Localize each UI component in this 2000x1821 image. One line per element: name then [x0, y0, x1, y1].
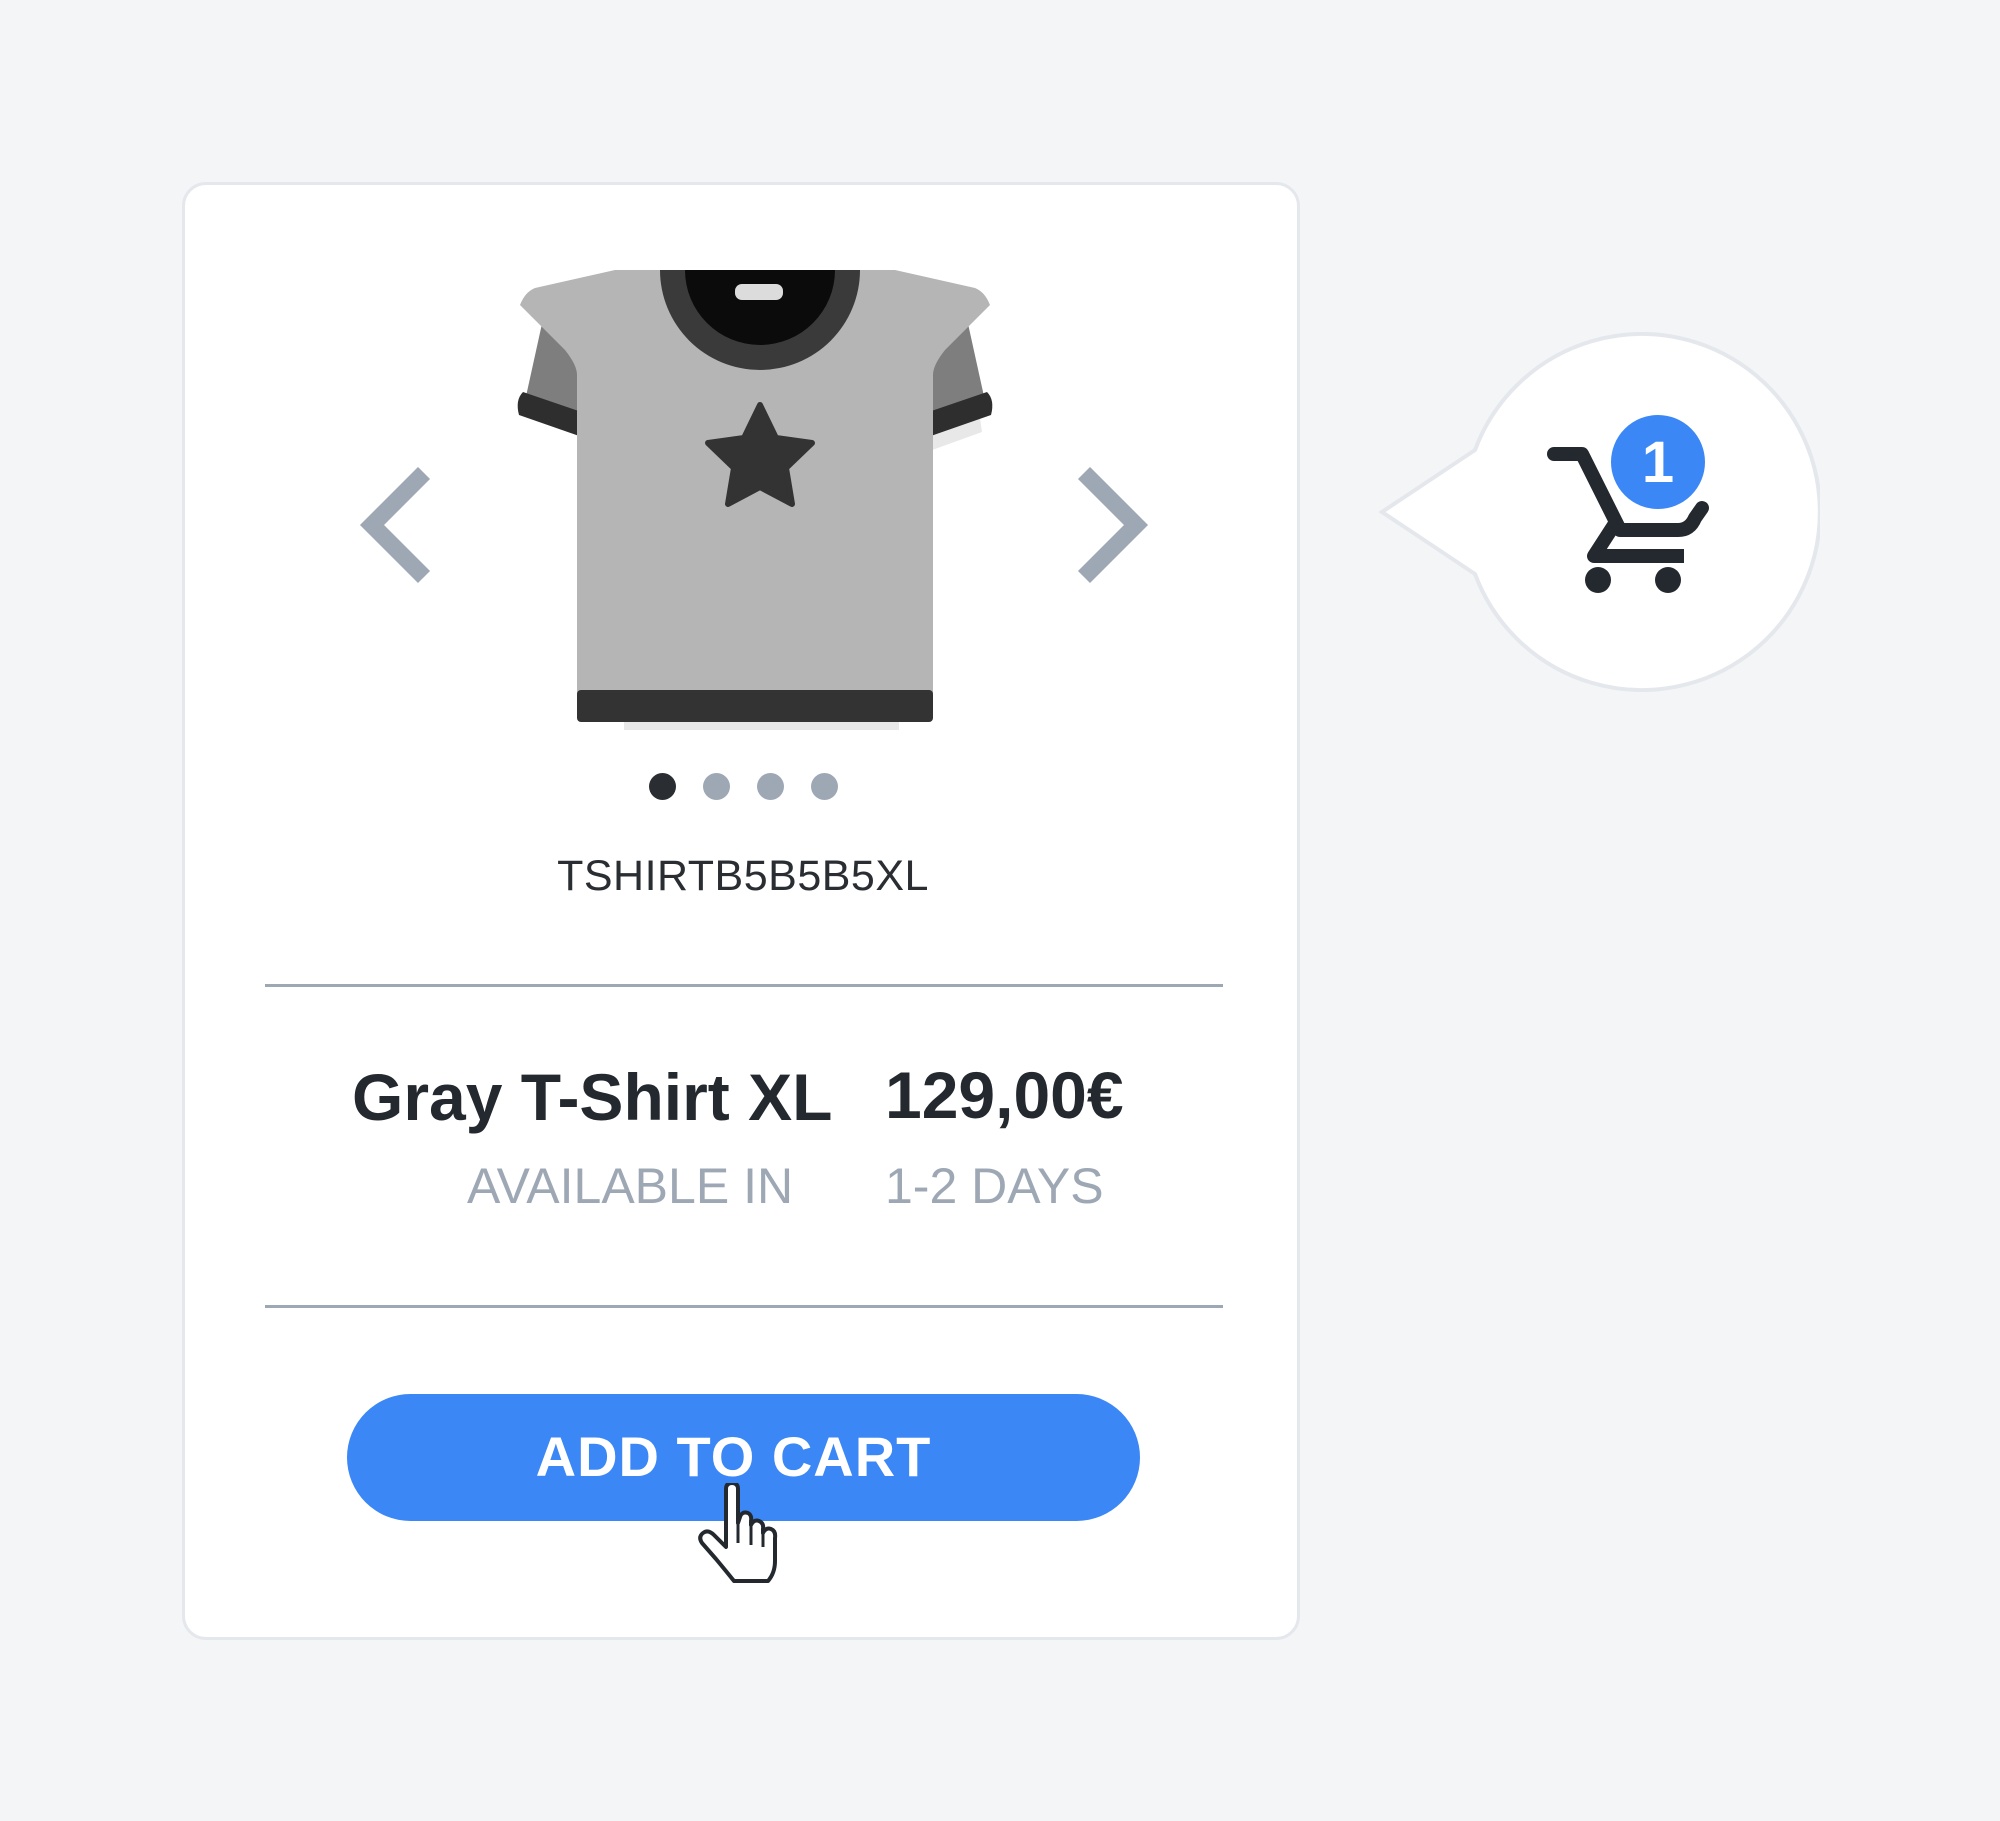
carousel-dots: [185, 773, 1299, 800]
product-name: Gray T-Shirt XL: [352, 1060, 833, 1134]
divider: [265, 984, 1223, 987]
cart-badge-count: 1: [1642, 430, 1674, 495]
carousel-dot-3[interactable]: [756, 773, 784, 800]
product-sku: TSHIRTB5B5B5XL: [557, 852, 929, 900]
chevron-left-icon: [359, 467, 431, 583]
chevron-right-icon: [1077, 467, 1149, 583]
availability-value: 1-2 DAYS: [885, 1158, 1104, 1214]
carousel-prev-button[interactable]: [343, 460, 453, 590]
divider: [265, 1305, 1223, 1308]
carousel-dot-4[interactable]: [810, 773, 838, 800]
add-to-cart-label: ADD TO CART: [535, 1425, 932, 1488]
cart-badge: 1: [1605, 409, 1711, 515]
availability-label: AVAILABLE IN: [467, 1158, 794, 1214]
product-price: 129,00€: [885, 1058, 1124, 1132]
carousel-dot-1[interactable]: [648, 773, 676, 800]
product-card: TSHIRTB5B5B5XL Gray T-Shirt XL 129,00€ A…: [182, 182, 1300, 1640]
carousel-next-button[interactable]: [1055, 460, 1165, 590]
t-shirt-icon: [517, 270, 993, 730]
cart-bubble[interactable]: 1: [1378, 332, 1820, 692]
hand-pointer-cursor-icon: [698, 1483, 778, 1583]
carousel-dot-2[interactable]: [702, 773, 730, 800]
